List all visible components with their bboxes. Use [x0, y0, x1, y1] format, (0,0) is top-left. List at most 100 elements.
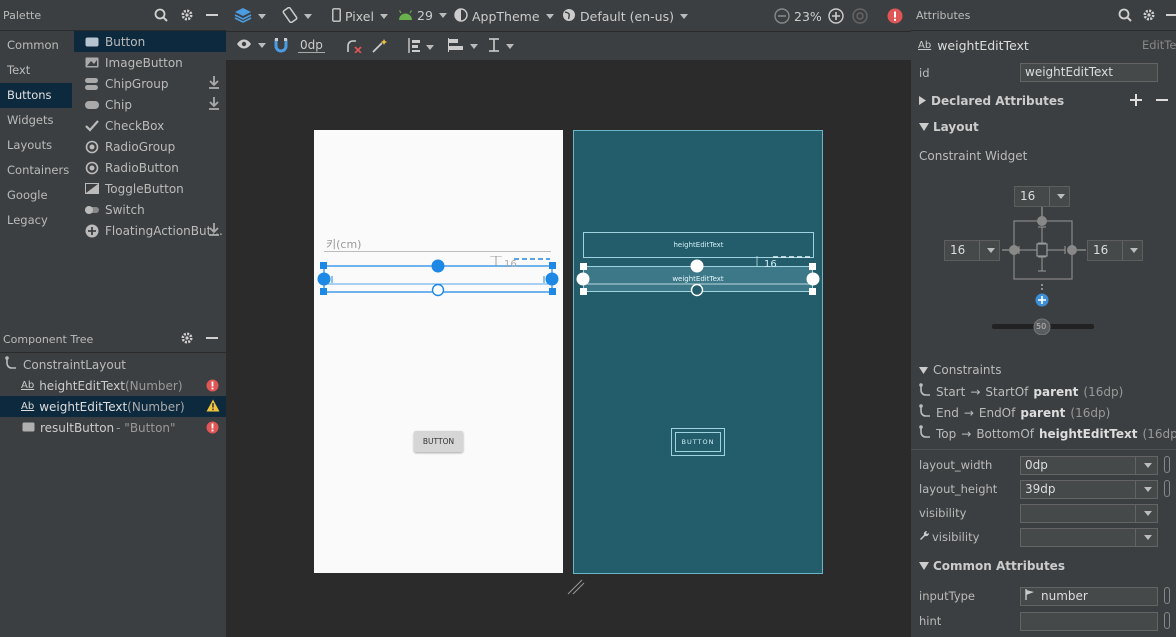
expand-arrow-icon	[919, 94, 926, 108]
common-attributes-section[interactable]: Common Attributes	[911, 554, 1176, 578]
image-button-icon	[85, 56, 99, 70]
constraint-end[interactable]: End → EndOf parent (16dp)	[919, 404, 1110, 421]
tree-node-heightedittext[interactable]: Ab heightEditText (Number)	[0, 375, 226, 396]
palette-item-radiogroup[interactable]: RadioGroup	[74, 136, 226, 157]
palette-item-checkbox[interactable]: CheckBox	[74, 115, 226, 136]
constraint-widget-diagram[interactable]	[990, 205, 1100, 335]
magnet-icon[interactable]	[274, 38, 288, 56]
design-view[interactable]	[314, 130, 563, 573]
attributes-title: Attributes	[916, 9, 971, 22]
result-button-design[interactable]: BUTTON	[414, 431, 463, 452]
zoom-out-icon[interactable]	[774, 8, 790, 27]
globe-icon	[562, 8, 576, 25]
category-legacy[interactable]: Legacy	[0, 208, 72, 233]
category-containers[interactable]: Containers	[0, 158, 72, 183]
fab-icon	[85, 224, 99, 238]
visibility-select[interactable]	[1020, 504, 1158, 523]
palette-item-fab[interactable]: FloatingActionBut...	[74, 220, 226, 241]
zoom-in-icon[interactable]	[828, 8, 844, 27]
chip-group-icon	[85, 77, 99, 91]
palette-item-togglebutton[interactable]: ToggleButton	[74, 178, 226, 199]
error-icon[interactable]	[887, 8, 903, 27]
guidelines-menu[interactable]	[488, 38, 514, 55]
resource-picker-button[interactable]	[1164, 456, 1170, 473]
download-icon[interactable]	[208, 223, 220, 239]
default-margin[interactable]: 0dp	[298, 38, 325, 53]
guideline-icon	[488, 38, 500, 55]
search-icon[interactable]	[1116, 6, 1134, 24]
remove-icon[interactable]	[1156, 94, 1168, 109]
search-icon[interactable]	[152, 6, 170, 24]
gear-icon[interactable]	[178, 329, 196, 347]
design-surface-toggle[interactable]	[234, 7, 266, 26]
add-icon[interactable]	[1130, 94, 1142, 109]
layout-section[interactable]: Layout	[911, 115, 1176, 139]
declared-attributes-section[interactable]: Declared Attributes	[911, 89, 1176, 113]
minimize-icon[interactable]	[1163, 6, 1176, 24]
blueprint-view[interactable]	[573, 130, 823, 574]
download-icon[interactable]	[208, 76, 220, 92]
constraint-top[interactable]: Top→BottomOfheightEditText(16dp)	[919, 425, 1176, 442]
rotate-device-icon	[282, 6, 298, 26]
margin-top-select[interactable]: 16	[1014, 186, 1070, 207]
palette-item-chipgroup[interactable]: ChipGroup	[74, 73, 226, 94]
height-edittext-hint[interactable]: 키(cm)	[326, 236, 361, 252]
palette-item-radiobutton[interactable]: RadioButton	[74, 157, 226, 178]
tree-node-weightedittext[interactable]: Ab weightEditText (Number)	[0, 396, 226, 417]
constraints-header[interactable]: Constraints	[919, 363, 1001, 377]
category-google[interactable]: Google	[0, 183, 72, 208]
id-field[interactable]: weightEditText	[1020, 63, 1158, 82]
layers-icon	[234, 7, 252, 26]
tools-visibility-select[interactable]	[1020, 528, 1158, 547]
tree-node-resultbutton[interactable]: resultButton - "Button"	[0, 417, 226, 438]
weight-edittext-selection[interactable]	[314, 256, 563, 298]
category-common[interactable]: Common	[0, 33, 72, 58]
pack-menu[interactable]	[406, 38, 434, 56]
minimize-icon[interactable]	[203, 6, 221, 24]
resize-handle-icon[interactable]	[566, 578, 586, 596]
constraint-start[interactable]: Start → StartOf parent (16dp)	[919, 383, 1123, 400]
weight-edittext-blueprint-handles[interactable]	[573, 256, 823, 298]
device-selector[interactable]: Pixel	[332, 8, 388, 25]
margin-left-select[interactable]: 16	[944, 240, 1000, 261]
view-options[interactable]	[236, 38, 266, 53]
palette-item-switch[interactable]: Switch	[74, 199, 226, 220]
palette-item-chip[interactable]: Chip	[74, 94, 226, 115]
zoom-fit-icon[interactable]	[852, 8, 868, 27]
error-icon[interactable]	[206, 421, 219, 437]
clear-constraints-icon[interactable]	[346, 38, 362, 56]
palette-item-button[interactable]: Button	[74, 31, 226, 52]
hint-field[interactable]	[1020, 612, 1158, 631]
align-menu[interactable]	[447, 38, 478, 55]
eye-icon	[236, 38, 252, 53]
orientation-toggle[interactable]	[282, 6, 312, 26]
layout-height-select[interactable]: 39dp	[1020, 480, 1158, 499]
error-icon[interactable]	[206, 379, 219, 395]
layout-width-select[interactable]: 0dp	[1020, 456, 1158, 475]
result-button-blueprint[interactable]: BUTTON	[671, 428, 725, 456]
resource-picker-button[interactable]	[1164, 480, 1170, 497]
input-type-field[interactable]: number	[1020, 587, 1158, 606]
design-toolbar-second: 0dp	[226, 32, 911, 60]
height-edittext-blueprint[interactable]: heightEditText	[583, 232, 814, 258]
api-selector[interactable]: 29	[398, 8, 447, 23]
margin-right-select[interactable]: 16	[1087, 240, 1143, 261]
infer-constraints-icon[interactable]	[372, 38, 388, 56]
tree-node-constraintlayout[interactable]: ConstraintLayout	[0, 354, 226, 375]
resource-picker-button[interactable]	[1164, 612, 1170, 629]
theme-selector[interactable]: AppTheme	[454, 8, 554, 25]
chip-icon	[85, 98, 99, 112]
gear-icon[interactable]	[1140, 6, 1158, 24]
download-icon[interactable]	[208, 97, 220, 113]
palette-item-imagebutton[interactable]: ImageButton	[74, 52, 226, 73]
minimize-icon[interactable]	[203, 329, 221, 347]
category-text[interactable]: Text	[0, 58, 72, 83]
category-widgets[interactable]: Widgets	[0, 108, 72, 133]
palette-title: Palette	[3, 9, 42, 22]
gear-icon[interactable]	[178, 6, 196, 24]
category-buttons[interactable]: Buttons	[0, 83, 72, 108]
locale-selector[interactable]: Default (en-us)	[562, 8, 688, 25]
warning-icon[interactable]	[206, 399, 220, 415]
resource-picker-button[interactable]	[1164, 587, 1170, 604]
category-layouts[interactable]: Layouts	[0, 133, 72, 158]
